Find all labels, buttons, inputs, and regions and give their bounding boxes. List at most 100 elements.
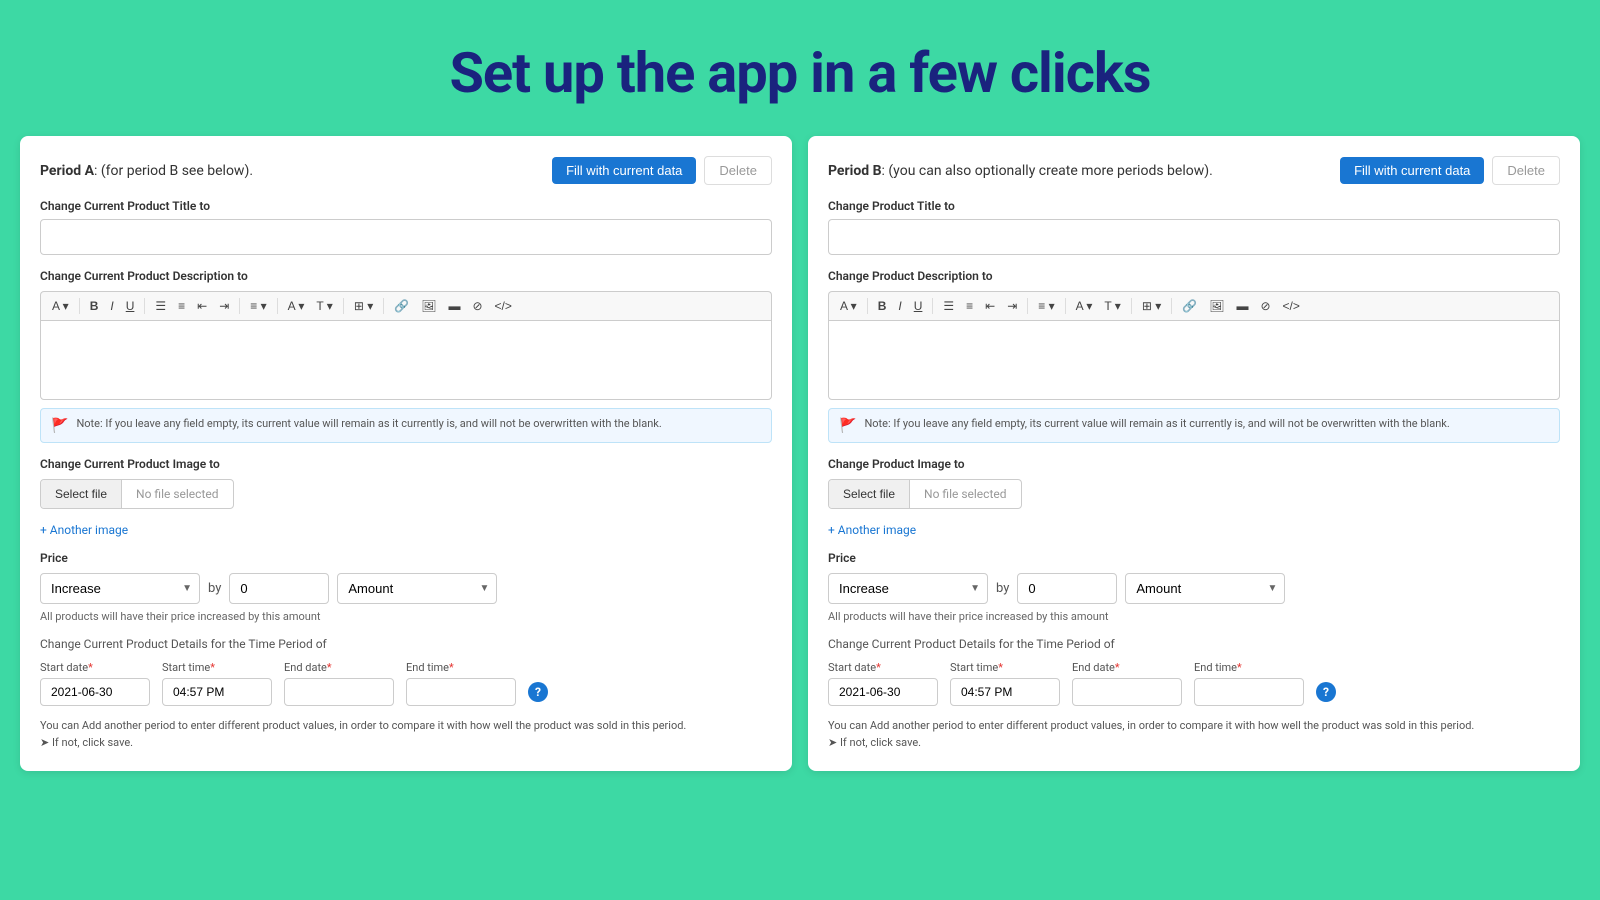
panel-a-price-input[interactable] — [229, 573, 329, 604]
panel-a-fill-button[interactable]: Fill with current data — [552, 157, 696, 184]
toolbar-highlight-btn[interactable]: T ▾ — [311, 296, 337, 316]
b-toolbar-indent-right-btn[interactable]: ⇥ — [1002, 296, 1022, 316]
panel-b-start-time-input[interactable] — [950, 678, 1060, 706]
panel-a-start-time-label: Start time* — [162, 661, 272, 674]
panel-a-amount-select[interactable]: Amount — [337, 573, 497, 604]
panel-a-title-label: Change Current Product Title to — [40, 199, 772, 213]
panel-b-delete-button[interactable]: Delete — [1492, 156, 1560, 185]
panel-b-editor[interactable] — [828, 320, 1560, 400]
panel-b-add-image-link[interactable]: + Another image — [828, 523, 916, 537]
panel-a-editor[interactable] — [40, 320, 772, 400]
b-toolbar-bullet-btn[interactable]: ☰ — [938, 296, 959, 316]
b-toolbar-image-btn[interactable]: 🖼 — [1204, 296, 1229, 316]
b-toolbar-divider-4 — [1065, 298, 1066, 314]
panel-b-end-time-input[interactable] — [1194, 678, 1304, 706]
panel-b-end-date-label: End date* — [1072, 661, 1182, 674]
panel-b-title: Period B: (you can also optionally creat… — [828, 163, 1213, 179]
panel-b-desc-label: Change Product Description to — [828, 269, 1560, 283]
panel-a-title-input[interactable] — [40, 219, 772, 255]
panel-a-note-text: Note: If you leave any field empty, its … — [76, 417, 661, 430]
panel-b-fill-button[interactable]: Fill with current data — [1340, 157, 1484, 184]
panel-a-price-label: Price — [40, 551, 772, 565]
toolbar-font-btn[interactable]: A ▾ — [47, 296, 74, 316]
panel-b-price-row: Increase ▼ by Amount ▼ — [828, 573, 1560, 604]
panel-a-select-file-button[interactable]: Select file — [41, 480, 122, 508]
b-flag-icon: 🚩 — [839, 418, 856, 434]
panel-b-note: 🚩 Note: If you leave any field empty, it… — [828, 408, 1560, 443]
toolbar-ordered-btn[interactable]: ≡ — [173, 296, 190, 316]
panel-b-amount-wrapper: Amount ▼ — [1125, 573, 1285, 604]
panel-a-delete-button[interactable]: Delete — [704, 156, 772, 185]
b-toolbar-font-btn[interactable]: A ▾ — [835, 296, 862, 316]
panel-b-title-label: Change Product Title to — [828, 199, 1560, 213]
panel-a-date-time-row: Start date* Start time* End date* End ti… — [40, 661, 772, 706]
toolbar-divider-1 — [79, 298, 80, 314]
panel-b-select-file-button[interactable]: Select file — [829, 480, 910, 508]
b-toolbar-bold-btn[interactable]: B — [873, 296, 892, 316]
panel-b-header: Period B: (you can also optionally creat… — [828, 156, 1560, 185]
b-toolbar-block-btn[interactable]: ▬ — [1231, 296, 1253, 316]
panels-container: Period A: (for period B see below). Fill… — [0, 136, 1600, 791]
b-toolbar-table-btn[interactable]: ⊞ ▾ — [1137, 296, 1166, 316]
panel-b-date-time-row: Start date* Start time* End date* End ti… — [828, 661, 1560, 706]
panel-b-image-label: Change Product Image to — [828, 457, 1560, 471]
toolbar-table-btn[interactable]: ⊞ ▾ — [349, 296, 378, 316]
toolbar-bullet-btn[interactable]: ☰ — [150, 296, 171, 316]
b-toolbar-ordered-btn[interactable]: ≡ — [961, 296, 978, 316]
b-toolbar-color-btn[interactable]: A ▾ — [1071, 296, 1098, 316]
page-title: Set up the app in a few clicks — [20, 40, 1580, 106]
b-toolbar-indent-left-btn[interactable]: ⇤ — [980, 296, 1000, 316]
panel-a-end-time-input[interactable] — [406, 678, 516, 706]
panel-b-increase-select[interactable]: Increase — [828, 573, 988, 604]
panel-b-start-date-label: Start date* — [828, 661, 938, 674]
toolbar-clear-btn[interactable]: ⊘ — [467, 296, 487, 316]
toolbar-indent-right-btn[interactable]: ⇥ — [214, 296, 234, 316]
toolbar-bold-btn[interactable]: B — [85, 296, 104, 316]
panel-b-price-input[interactable] — [1017, 573, 1117, 604]
b-toolbar-italic-btn[interactable]: I — [893, 296, 906, 316]
b-toolbar-underline-btn[interactable]: U — [909, 296, 928, 316]
panel-b-title-input[interactable] — [828, 219, 1560, 255]
panel-a-increase-select[interactable]: Increase — [40, 573, 200, 604]
toolbar-align-btn[interactable]: ≡ ▾ — [245, 296, 271, 316]
panel-b-time-period-label: Change Current Product Details for the T… — [828, 637, 1560, 651]
panel-b-end-date-input[interactable] — [1072, 678, 1182, 706]
panel-a-end-time-label: End time* — [406, 661, 516, 674]
panel-b-start-time-field: Start time* — [950, 661, 1060, 706]
toolbar-link-btn[interactable]: 🔗 — [389, 296, 414, 316]
b-toolbar-link-btn[interactable]: 🔗 — [1177, 296, 1202, 316]
page-header: Set up the app in a few clicks — [0, 0, 1600, 136]
toolbar-underline-btn[interactable]: U — [121, 296, 140, 316]
toolbar-block-btn[interactable]: ▬ — [443, 296, 465, 316]
b-toolbar-clear-btn[interactable]: ⊘ — [1255, 296, 1275, 316]
b-toolbar-highlight-btn[interactable]: T ▾ — [1099, 296, 1125, 316]
panel-b-amount-select[interactable]: Amount — [1125, 573, 1285, 604]
panel-b-file-row: Select file No file selected — [828, 479, 1022, 509]
b-toolbar-align-btn[interactable]: ≡ ▾ — [1033, 296, 1059, 316]
panel-a-bottom-note: You can Add another period to enter diff… — [40, 718, 772, 751]
toolbar-image-btn[interactable]: 🖼 — [416, 296, 441, 316]
panel-b-start-date-input[interactable] — [828, 678, 938, 706]
panel-b-end-date-field: End date* — [1072, 661, 1182, 706]
panel-a-image-label: Change Current Product Image to — [40, 457, 772, 471]
b-toolbar-divider-2 — [932, 298, 933, 314]
b-toolbar-code-btn[interactable]: </> — [1278, 296, 1305, 316]
panel-a-start-date-input[interactable] — [40, 678, 150, 706]
panel-b-note-text: Note: If you leave any field empty, its … — [864, 417, 1449, 430]
toolbar-italic-btn[interactable]: I — [105, 296, 118, 316]
panel-a-increase-wrapper: Increase ▼ — [40, 573, 200, 604]
panel-b-help-icon[interactable]: ? — [1316, 682, 1336, 702]
panel-b-price-label: Price — [828, 551, 1560, 565]
panel-b-price-help: All products will have their price incre… — [828, 610, 1560, 623]
panel-a-end-date-input[interactable] — [284, 678, 394, 706]
panel-a-start-time-input[interactable] — [162, 678, 272, 706]
toolbar-color-btn[interactable]: A ▾ — [283, 296, 310, 316]
toolbar-code-btn[interactable]: </> — [490, 296, 517, 316]
panel-b-buttons: Fill with current data Delete — [1340, 156, 1560, 185]
toolbar-indent-left-btn[interactable]: ⇤ — [192, 296, 212, 316]
panel-b: Period B: (you can also optionally creat… — [808, 136, 1580, 771]
panel-a-help-icon[interactable]: ? — [528, 682, 548, 702]
panel-b-end-time-label: End time* — [1194, 661, 1304, 674]
panel-a-add-image-link[interactable]: + Another image — [40, 523, 128, 537]
panel-a-end-date-label: End date* — [284, 661, 394, 674]
